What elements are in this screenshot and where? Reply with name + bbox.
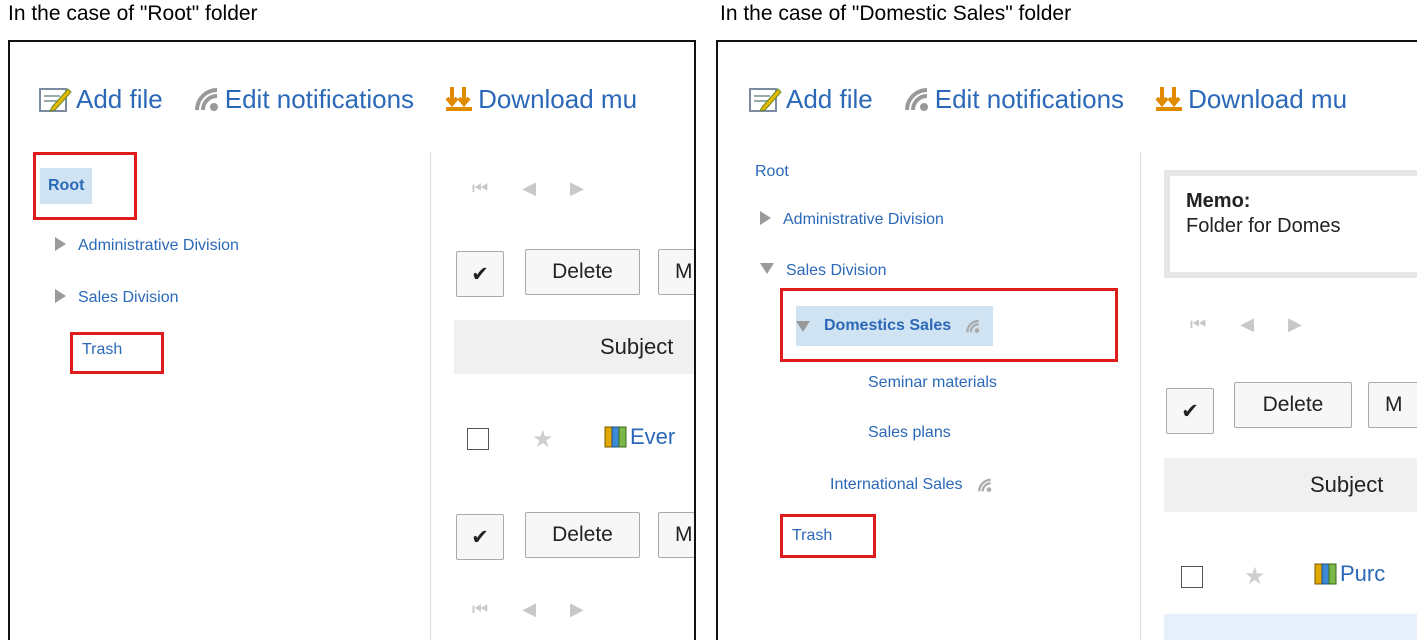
right-panel: Add file Edit notifications Download mu … (716, 40, 1417, 640)
tree-item-sales-plans[interactable]: Sales plans (868, 419, 951, 447)
delete-button-bottom[interactable]: Delete (525, 512, 640, 558)
add-file-label: Add file (786, 83, 873, 114)
edit-notifications-label: Edit notifications (934, 83, 1125, 114)
edit-notifications-button[interactable]: Edit notifications (903, 84, 1124, 115)
tree-item-international-sales[interactable]: International Sales (830, 471, 993, 499)
first-page-icon[interactable]: ⏮ (1190, 314, 1206, 335)
first-page-icon[interactable]: ⏮ (472, 178, 488, 199)
row-checkbox[interactable] (467, 428, 489, 450)
edit-notifications-label: Edit notifications (224, 83, 415, 114)
file-folder-icon (604, 426, 627, 448)
previous-page-icon[interactable]: ◀ (522, 599, 536, 620)
download-icon (445, 87, 473, 111)
tree-item-administrative-division[interactable]: Administrative Division (55, 232, 239, 260)
highlight-domestics-sales (780, 288, 1118, 362)
column-header-row: Subject (1164, 458, 1417, 512)
tree-item-seminar-materials[interactable]: Seminar materials (868, 369, 997, 397)
left-toolbar: Add file Edit notifications Download mu (38, 82, 667, 116)
column-header-row: Subject (454, 320, 694, 374)
edit-notifications-button[interactable]: Edit notifications (193, 84, 414, 115)
download-multiple-label: Download mu (478, 83, 638, 114)
favorite-star-icon[interactable]: ★ (1244, 562, 1266, 591)
download-multiple-label: Download mu (1188, 83, 1348, 114)
previous-page-icon[interactable]: ◀ (1240, 314, 1254, 335)
selected-row-hint (1164, 614, 1417, 640)
move-button-bottom[interactable]: M (658, 512, 694, 558)
file-link[interactable]: Purc (1314, 561, 1385, 587)
highlight-trash (70, 332, 164, 374)
pane-divider (1140, 152, 1141, 640)
notification-icon (977, 478, 991, 492)
download-icon (1155, 87, 1183, 111)
memo-text: Folder for Domes (1186, 215, 1341, 237)
delete-button[interactable]: Delete (525, 249, 640, 295)
expand-arrow-icon[interactable] (55, 236, 66, 251)
collapse-arrow-icon[interactable] (760, 263, 774, 275)
tree-item-sales-division[interactable]: Sales Division (760, 257, 886, 285)
first-page-icon[interactable]: ⏮ (472, 599, 488, 620)
favorite-star-icon[interactable]: ★ (532, 425, 554, 454)
subject-column-header[interactable]: Subject (600, 334, 673, 360)
delete-button[interactable]: Delete (1234, 382, 1352, 428)
tree-item-sales-division[interactable]: Sales Division (55, 284, 178, 312)
download-multiple-button[interactable]: Download mu (444, 84, 637, 115)
check-all-button[interactable]: ✔ (1166, 388, 1214, 434)
add-file-icon (749, 88, 782, 112)
next-page-icon[interactable]: ▶ (570, 178, 584, 199)
expand-arrow-icon[interactable] (55, 288, 66, 303)
tree-item-root[interactable]: Root (755, 158, 789, 186)
previous-page-icon[interactable]: ◀ (522, 178, 536, 199)
folder-memo: Memo: Folder for Domes (1164, 170, 1417, 278)
highlight-trash (780, 514, 876, 558)
add-file-icon (39, 88, 72, 112)
pager-top: ⏮ ◀ ▶ (472, 178, 584, 199)
add-file-button[interactable]: Add file (748, 84, 873, 115)
move-button[interactable]: M (1368, 382, 1417, 428)
right-caption: In the case of "Domestic Sales" folder (720, 2, 1072, 25)
highlight-root (33, 152, 137, 220)
next-page-icon[interactable]: ▶ (570, 599, 584, 620)
next-page-icon[interactable]: ▶ (1288, 314, 1302, 335)
right-toolbar: Add file Edit notifications Download mu (748, 82, 1377, 116)
pane-divider (430, 152, 431, 640)
tree-item-administrative-division[interactable]: Administrative Division (760, 206, 944, 234)
add-file-button[interactable]: Add file (38, 84, 163, 115)
notification-icon (904, 88, 928, 111)
pager-bottom: ⏮ ◀ ▶ (472, 599, 584, 620)
move-button[interactable]: M (658, 249, 694, 295)
expand-arrow-icon[interactable] (760, 210, 771, 225)
left-caption: In the case of "Root" folder (8, 2, 258, 25)
row-checkbox[interactable] (1181, 566, 1203, 588)
file-link[interactable]: Ever (604, 424, 675, 450)
memo-title: Memo: (1186, 190, 1251, 212)
left-panel: Add file Edit notifications Download mu … (8, 40, 696, 640)
add-file-label: Add file (76, 83, 163, 114)
notification-icon (194, 88, 218, 111)
subject-column-header[interactable]: Subject (1310, 472, 1383, 498)
check-all-button[interactable]: ✔ (456, 251, 504, 297)
file-folder-icon (1314, 563, 1337, 585)
check-all-button-bottom[interactable]: ✔ (456, 514, 504, 560)
pager-top: ⏮ ◀ ▶ (1190, 314, 1302, 335)
download-multiple-button[interactable]: Download mu (1154, 84, 1347, 115)
